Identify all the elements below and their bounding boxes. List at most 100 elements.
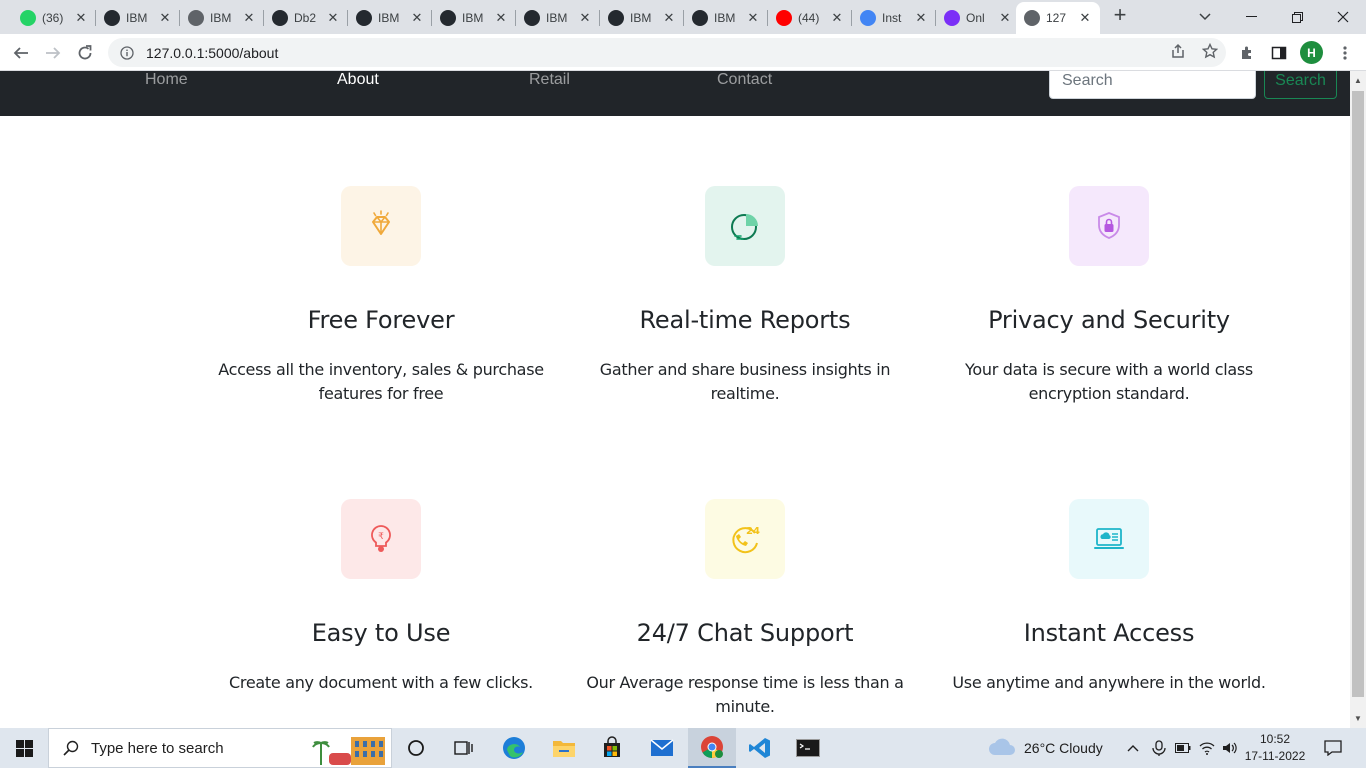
minimize-button[interactable] <box>1228 0 1274 34</box>
browser-tab[interactable]: IBM ✕ <box>96 4 180 32</box>
windows-taskbar: Type here to search 26°C Cloudy 10:52 17… <box>0 728 1366 768</box>
tab-label: IBM <box>462 11 484 25</box>
close-tab-icon[interactable]: ✕ <box>830 10 844 26</box>
youtube-icon <box>776 10 792 26</box>
system-clock[interactable]: 10:52 17-11-2022 <box>1240 731 1310 765</box>
back-button[interactable] <box>8 40 34 66</box>
edge-browser-icon[interactable] <box>490 728 538 768</box>
meet-now-icon[interactable] <box>1152 728 1166 768</box>
browser-tab[interactable]: IBM ✕ <box>600 4 684 32</box>
close-tab-icon[interactable]: ✕ <box>998 10 1012 26</box>
pie-chart-icon <box>705 186 785 266</box>
rupee-bulb-icon: ₹ <box>341 499 421 579</box>
chrome-icon[interactable] <box>688 728 736 768</box>
page-scrollbar[interactable]: ▲ ▼ <box>1350 71 1366 728</box>
tab-label: IBM <box>714 11 736 25</box>
wifi-icon[interactable] <box>1199 728 1215 768</box>
nav-link-contact[interactable]: Contact <box>717 71 772 89</box>
browser-tab[interactable]: (44) ✕ <box>768 4 852 32</box>
battery-icon[interactable] <box>1175 728 1191 768</box>
scroll-up-arrow-icon[interactable]: ▲ <box>1350 73 1366 89</box>
url-text[interactable]: 127.0.0.1:5000/about <box>146 45 278 61</box>
github-icon <box>608 10 624 26</box>
nav-link-home[interactable]: Home <box>145 71 188 89</box>
tab-label: (44) <box>798 11 820 25</box>
side-panel-icon[interactable] <box>1268 42 1290 64</box>
close-tab-icon[interactable]: ✕ <box>410 10 424 26</box>
tab-label: 127 <box>1046 11 1067 25</box>
db2-icon <box>272 10 288 26</box>
browser-tab[interactable]: Onl ✕ <box>936 4 1020 32</box>
vscode-icon[interactable] <box>736 728 784 768</box>
github-icon <box>440 10 456 26</box>
browser-tab[interactable]: IBM ✕ <box>432 4 516 32</box>
browser-tab[interactable]: Inst ✕ <box>852 4 936 32</box>
tab-label: Db2 <box>294 11 317 25</box>
cloud-laptop-icon <box>1069 499 1149 579</box>
browser-tab[interactable]: IBM ✕ <box>516 4 600 32</box>
mail-icon[interactable] <box>638 728 686 768</box>
feature-description: Your data is secure with a world class e… <box>965 360 1253 403</box>
bookmark-star-icon[interactable] <box>1201 42 1219 63</box>
nav-search-input[interactable]: Search <box>1049 71 1256 99</box>
browser-tab[interactable]: 127 ✕ <box>1016 2 1100 34</box>
svg-text:₹: ₹ <box>378 532 384 542</box>
address-bar[interactable]: 127.0.0.1:5000/about <box>108 38 1226 67</box>
scrollbar-thumb[interactable] <box>1352 91 1364 697</box>
nav-search-button[interactable]: Search <box>1264 71 1337 99</box>
share-icon[interactable] <box>1170 43 1186 63</box>
notifications-icon[interactable] <box>1324 728 1342 768</box>
restore-button[interactable] <box>1274 0 1320 34</box>
globe-icon <box>188 10 204 26</box>
forward-button[interactable] <box>40 40 66 66</box>
browser-tab[interactable]: IBM ✕ <box>348 4 432 32</box>
clock-time: 10:52 <box>1259 732 1291 746</box>
browser-tab[interactable]: IBM ✕ <box>684 4 768 32</box>
volume-icon[interactable] <box>1222 728 1238 768</box>
close-tab-icon[interactable]: ✕ <box>158 10 172 26</box>
close-tab-icon[interactable]: ✕ <box>662 10 676 26</box>
menu-kebab-icon[interactable] <box>1334 42 1356 64</box>
close-tab-icon[interactable]: ✕ <box>242 10 256 26</box>
close-tab-icon[interactable]: ✕ <box>578 10 592 26</box>
browser-tab[interactable]: IBM ✕ <box>180 4 264 32</box>
close-tab-icon[interactable]: ✕ <box>746 10 760 26</box>
close-window-button[interactable] <box>1320 0 1366 34</box>
task-view-icon[interactable] <box>440 728 488 768</box>
cloud-icon <box>988 738 1016 759</box>
github-icon <box>104 10 120 26</box>
close-tab-icon[interactable]: ✕ <box>494 10 508 26</box>
tab-search-icon[interactable] <box>1182 0 1228 34</box>
new-tab-button[interactable]: + <box>1108 4 1132 28</box>
weather-text: 26°C Cloudy <box>1024 740 1103 756</box>
feature-title: Real-time Reports <box>639 306 851 334</box>
extensions-icon[interactable] <box>1236 42 1258 64</box>
close-tab-icon[interactable]: ✕ <box>326 10 340 26</box>
globe-icon <box>860 10 876 26</box>
close-tab-icon[interactable]: ✕ <box>74 10 88 26</box>
feature-title: Privacy and Security <box>988 306 1230 334</box>
browser-tab[interactable]: Db2 ✕ <box>264 4 348 32</box>
feature-card-free-forever: Free Forever Access all the inventory, s… <box>211 186 551 406</box>
tray-chevron-icon[interactable] <box>1127 728 1139 768</box>
browser-tab[interactable]: (36) ✕ <box>12 4 96 32</box>
browser-toolbar: 127.0.0.1:5000/about H <box>0 34 1366 71</box>
reload-button[interactable] <box>72 40 98 66</box>
browser-tab-strip: + (36) ✕ IBM ✕ IBM ✕ Db2 ✕ IBM ✕ IBM ✕ IBM ✕ IBM ✕ IBM ✕(… <box>0 0 1366 34</box>
nav-link-about[interactable]: About <box>337 71 379 89</box>
start-button[interactable] <box>0 728 48 768</box>
nav-link-retail[interactable]: Retail <box>529 71 570 89</box>
close-tab-icon[interactable]: ✕ <box>914 10 928 26</box>
microsoft-store-icon[interactable] <box>588 728 636 768</box>
close-tab-icon[interactable]: ✕ <box>1078 10 1092 26</box>
weather-widget[interactable]: 26°C Cloudy <box>988 728 1103 768</box>
terminal-icon[interactable] <box>784 728 832 768</box>
file-explorer-icon[interactable] <box>540 728 588 768</box>
taskbar-search-box[interactable]: Type here to search <box>48 728 392 768</box>
diamond-icon <box>341 186 421 266</box>
shield-lock-icon <box>1069 186 1149 266</box>
profile-avatar[interactable]: H <box>1300 41 1323 64</box>
task-view-cortana-icon[interactable] <box>392 728 440 768</box>
scroll-down-arrow-icon[interactable]: ▼ <box>1350 711 1366 727</box>
site-info-icon[interactable] <box>112 45 142 60</box>
